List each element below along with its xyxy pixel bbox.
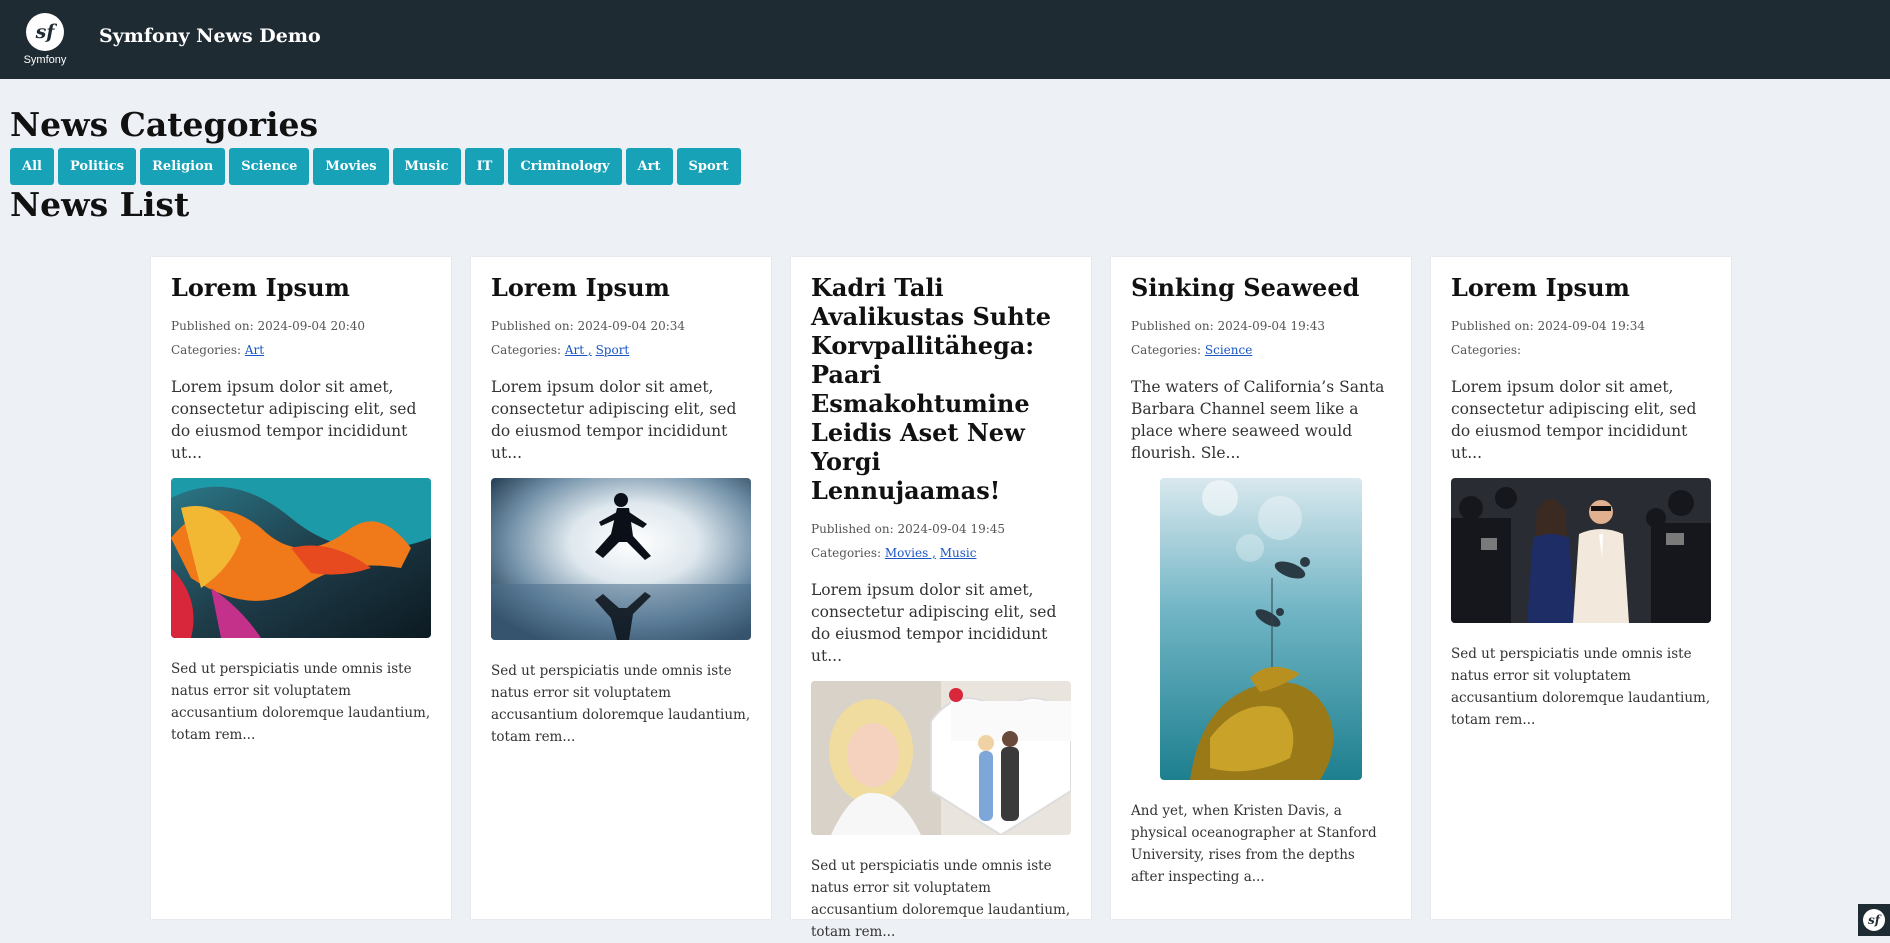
category-button-movies[interactable]: Movies [313, 147, 389, 185]
portrait-with-heart-image [811, 681, 1071, 835]
news-list-heading: News List [10, 184, 190, 224]
news-summary: Sed ut perspiciatis unde omnis iste natu… [171, 661, 431, 743]
category-filter-bar: All Politics Religion Science Movies Mus… [10, 147, 1880, 185]
runner-silhouette-image [491, 478, 751, 640]
symfony-logo-icon: sf [26, 13, 64, 51]
published-label: Published on: [811, 522, 894, 536]
published-date: 2024-09-04 19:43 [1217, 319, 1326, 333]
news-meta: Published on: 2024-09-04 19:45 Categorie… [811, 517, 1071, 565]
news-summary: And yet, when Kristen Davis, a physical … [1131, 803, 1377, 885]
category-link[interactable]: Sport [596, 343, 630, 357]
categories-line: Categories: [1451, 338, 1711, 362]
news-excerpt: Lorem ipsum dolor sit amet, consectetur … [811, 581, 1057, 665]
news-meta: Published on: 2024-09-04 19:34 Categorie… [1451, 314, 1711, 362]
news-card-list: Lorem Ipsum Published on: 2024-09-04 20:… [151, 257, 1731, 940]
underwater-divers-image [1160, 478, 1362, 780]
abstract-paint-splash-image [171, 478, 431, 638]
category-button-all[interactable]: All [10, 147, 54, 185]
category-button-politics[interactable]: Politics [57, 147, 137, 185]
published-label: Published on: [1131, 319, 1214, 333]
categories-line: Categories: Art , Sport [491, 338, 751, 362]
published-line: Published on: 2024-09-04 20:40 [171, 314, 431, 338]
category-link[interactable]: Movies , [885, 546, 936, 560]
categories-line: Categories: Art [171, 338, 431, 362]
logo-text: Symfony [23, 54, 67, 66]
top-navbar: sf Symfony Symfony News Demo [0, 0, 1890, 79]
news-card: Kadri Tali Avalikustas Suhte Korvpallitä… [791, 257, 1091, 940]
news-title[interactable]: Lorem Ipsum [1451, 273, 1711, 302]
news-card: Sinking Seaweed Published on: 2024-09-04… [1111, 257, 1411, 919]
published-line: Published on: 2024-09-04 19:43 [1131, 314, 1391, 338]
published-label: Published on: [491, 319, 574, 333]
symfony-logo[interactable]: sf Symfony [20, 13, 70, 66]
news-summary: Sed ut perspiciatis unde omnis iste natu… [491, 663, 751, 745]
news-meta: Published on: 2024-09-04 19:43 Categorie… [1131, 314, 1391, 362]
published-date: 2024-09-04 20:40 [257, 319, 366, 333]
news-card: Lorem Ipsum Published on: 2024-09-04 20:… [471, 257, 771, 919]
news-image[interactable] [1131, 478, 1391, 780]
news-excerpt: Lorem ipsum dolor sit amet, consectetur … [491, 378, 737, 462]
main-content: News Categories All Politics Religion Sc… [0, 79, 1890, 224]
news-title[interactable]: Lorem Ipsum [171, 273, 431, 302]
published-label: Published on: [171, 319, 254, 333]
categories-label: Categories: [171, 343, 242, 357]
news-image[interactable] [1451, 478, 1711, 623]
categories-label: Categories: [491, 343, 562, 357]
category-button-art[interactable]: Art [625, 147, 673, 185]
news-title[interactable]: Lorem Ipsum [491, 273, 751, 302]
published-line: Published on: 2024-09-04 19:34 [1451, 314, 1711, 338]
published-line: Published on: 2024-09-04 19:45 [811, 517, 1071, 541]
category-link[interactable]: Art , [565, 343, 592, 357]
news-summary: Sed ut perspiciatis unde omnis iste natu… [1451, 646, 1711, 728]
news-title[interactable]: Sinking Seaweed [1131, 273, 1391, 302]
news-image[interactable] [491, 478, 751, 640]
published-date: 2024-09-04 19:45 [897, 522, 1006, 536]
categories-line: Categories: Science [1131, 338, 1391, 362]
news-summary: Sed ut perspiciatis unde omnis iste natu… [811, 858, 1071, 940]
news-title[interactable]: Kadri Tali Avalikustas Suhte Korvpallitä… [811, 273, 1071, 505]
categories-label: Categories: [811, 546, 882, 560]
news-image[interactable] [811, 681, 1071, 835]
published-date: 2024-09-04 20:34 [577, 319, 686, 333]
news-meta: Published on: 2024-09-04 20:34 Categorie… [491, 314, 751, 362]
category-button-criminology[interactable]: Criminology [508, 147, 622, 185]
symfony-icon: sf [1863, 909, 1885, 931]
app-title[interactable]: Symfony News Demo [99, 25, 321, 47]
category-link[interactable]: Science [1205, 343, 1252, 357]
red-carpet-photo-image [1451, 478, 1711, 623]
news-excerpt: Lorem ipsum dolor sit amet, consectetur … [171, 378, 417, 462]
categories-label: Categories: [1131, 343, 1202, 357]
category-button-sport[interactable]: Sport [676, 147, 741, 185]
published-line: Published on: 2024-09-04 20:34 [491, 314, 751, 338]
news-excerpt: Lorem ipsum dolor sit amet, consectetur … [1451, 378, 1697, 462]
published-date: 2024-09-04 19:34 [1537, 319, 1646, 333]
news-excerpt: The waters of California’s Santa Barbara… [1131, 378, 1385, 462]
category-button-science[interactable]: Science [229, 147, 310, 185]
category-link[interactable]: Music [940, 546, 977, 560]
news-card: Lorem Ipsum Published on: 2024-09-04 19:… [1431, 257, 1731, 919]
category-button-it[interactable]: IT [464, 147, 505, 185]
categories-heading: News Categories [10, 105, 319, 144]
category-link[interactable]: Art [245, 343, 264, 357]
news-meta: Published on: 2024-09-04 20:40 Categorie… [171, 314, 431, 362]
categories-label: Categories: [1451, 343, 1522, 357]
category-button-music[interactable]: Music [392, 147, 461, 185]
categories-line: Categories: Movies , Music [811, 541, 1071, 565]
news-card: Lorem Ipsum Published on: 2024-09-04 20:… [151, 257, 451, 919]
symfony-debug-toolbar-toggle[interactable]: sf [1858, 904, 1890, 936]
category-button-religion[interactable]: Religion [140, 147, 226, 185]
news-image[interactable] [171, 478, 431, 638]
published-label: Published on: [1451, 319, 1534, 333]
